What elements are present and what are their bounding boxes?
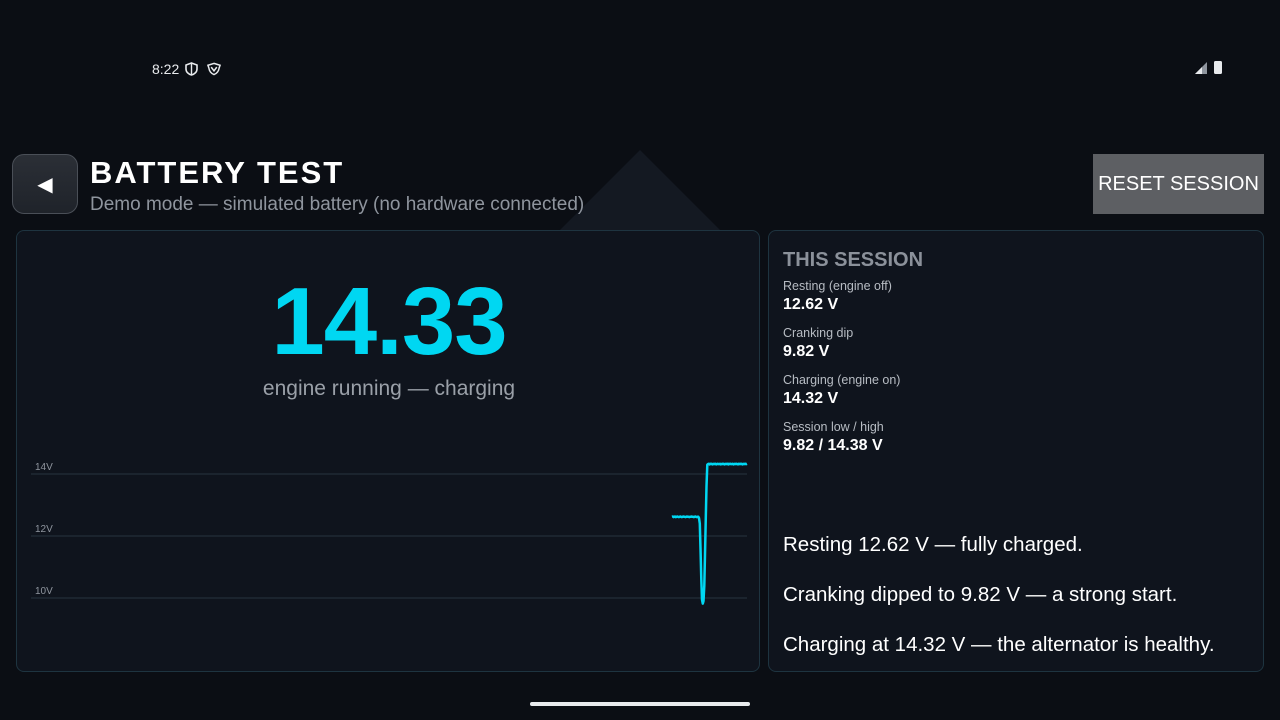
home-indicator[interactable] bbox=[530, 702, 750, 706]
stat-label: Cranking dip bbox=[783, 326, 854, 340]
summary-cranking: Cranking dipped to 9.82 V — a strong sta… bbox=[783, 583, 1178, 606]
session-title: THIS SESSION bbox=[783, 249, 924, 271]
voltage-chart: 14V 12V 10V bbox=[31, 462, 748, 605]
battery-icon bbox=[1214, 61, 1222, 79]
stat-resting: Resting (engine off) 12.62 V bbox=[783, 279, 892, 314]
battery-test-screen: 8:22 ◀ BATTERY TEST Demo mode — simulate… bbox=[0, 0, 1280, 720]
summary-charging: Charging at 14.32 V — the alternator is … bbox=[783, 633, 1215, 656]
shield-check-icon bbox=[207, 61, 221, 76]
session-panel: THIS SESSION Resting (engine off) 12.62 … bbox=[768, 230, 1264, 672]
live-voltage-panel: 14.33 engine running — charging 14V 12V 10… bbox=[16, 230, 760, 672]
stat-label: Resting (engine off) bbox=[783, 279, 892, 293]
stat-value: 9.82 V bbox=[783, 343, 830, 360]
status-right-icons bbox=[1195, 61, 1222, 79]
stat-value: 14.32 V bbox=[783, 390, 839, 407]
voltage-series-line bbox=[671, 462, 748, 605]
page-subtitle: Demo mode — simulated battery (no hardwa… bbox=[90, 194, 585, 215]
page-title: BATTERY TEST bbox=[90, 155, 345, 190]
stat-cranking: Cranking dip 9.82 V bbox=[783, 326, 853, 361]
stat-value: 12.62 V bbox=[783, 296, 839, 313]
back-button[interactable]: ◀ bbox=[12, 154, 78, 214]
chart-y-tick-label: 12V bbox=[35, 524, 53, 535]
chart-y-tick-label: 10V bbox=[35, 586, 53, 597]
signal-icon bbox=[1195, 61, 1208, 79]
status-time: 8:22 bbox=[152, 61, 180, 77]
chart-y-tick-label: 14V bbox=[35, 462, 53, 473]
stat-low-high: Session low / high 9.82 / 14.38 V bbox=[783, 420, 884, 455]
stat-charging: Charging (engine on) 14.32 V bbox=[783, 373, 900, 408]
stat-label: Session low / high bbox=[783, 420, 884, 434]
stat-label: Charging (engine on) bbox=[783, 373, 901, 387]
shield-icon bbox=[184, 61, 198, 76]
reset-session-button[interactable]: RESET SESSION bbox=[1093, 154, 1264, 214]
summary-resting: Resting 12.62 V — fully charged. bbox=[783, 533, 1083, 556]
stat-value: 9.82 / 14.38 V bbox=[783, 437, 883, 454]
